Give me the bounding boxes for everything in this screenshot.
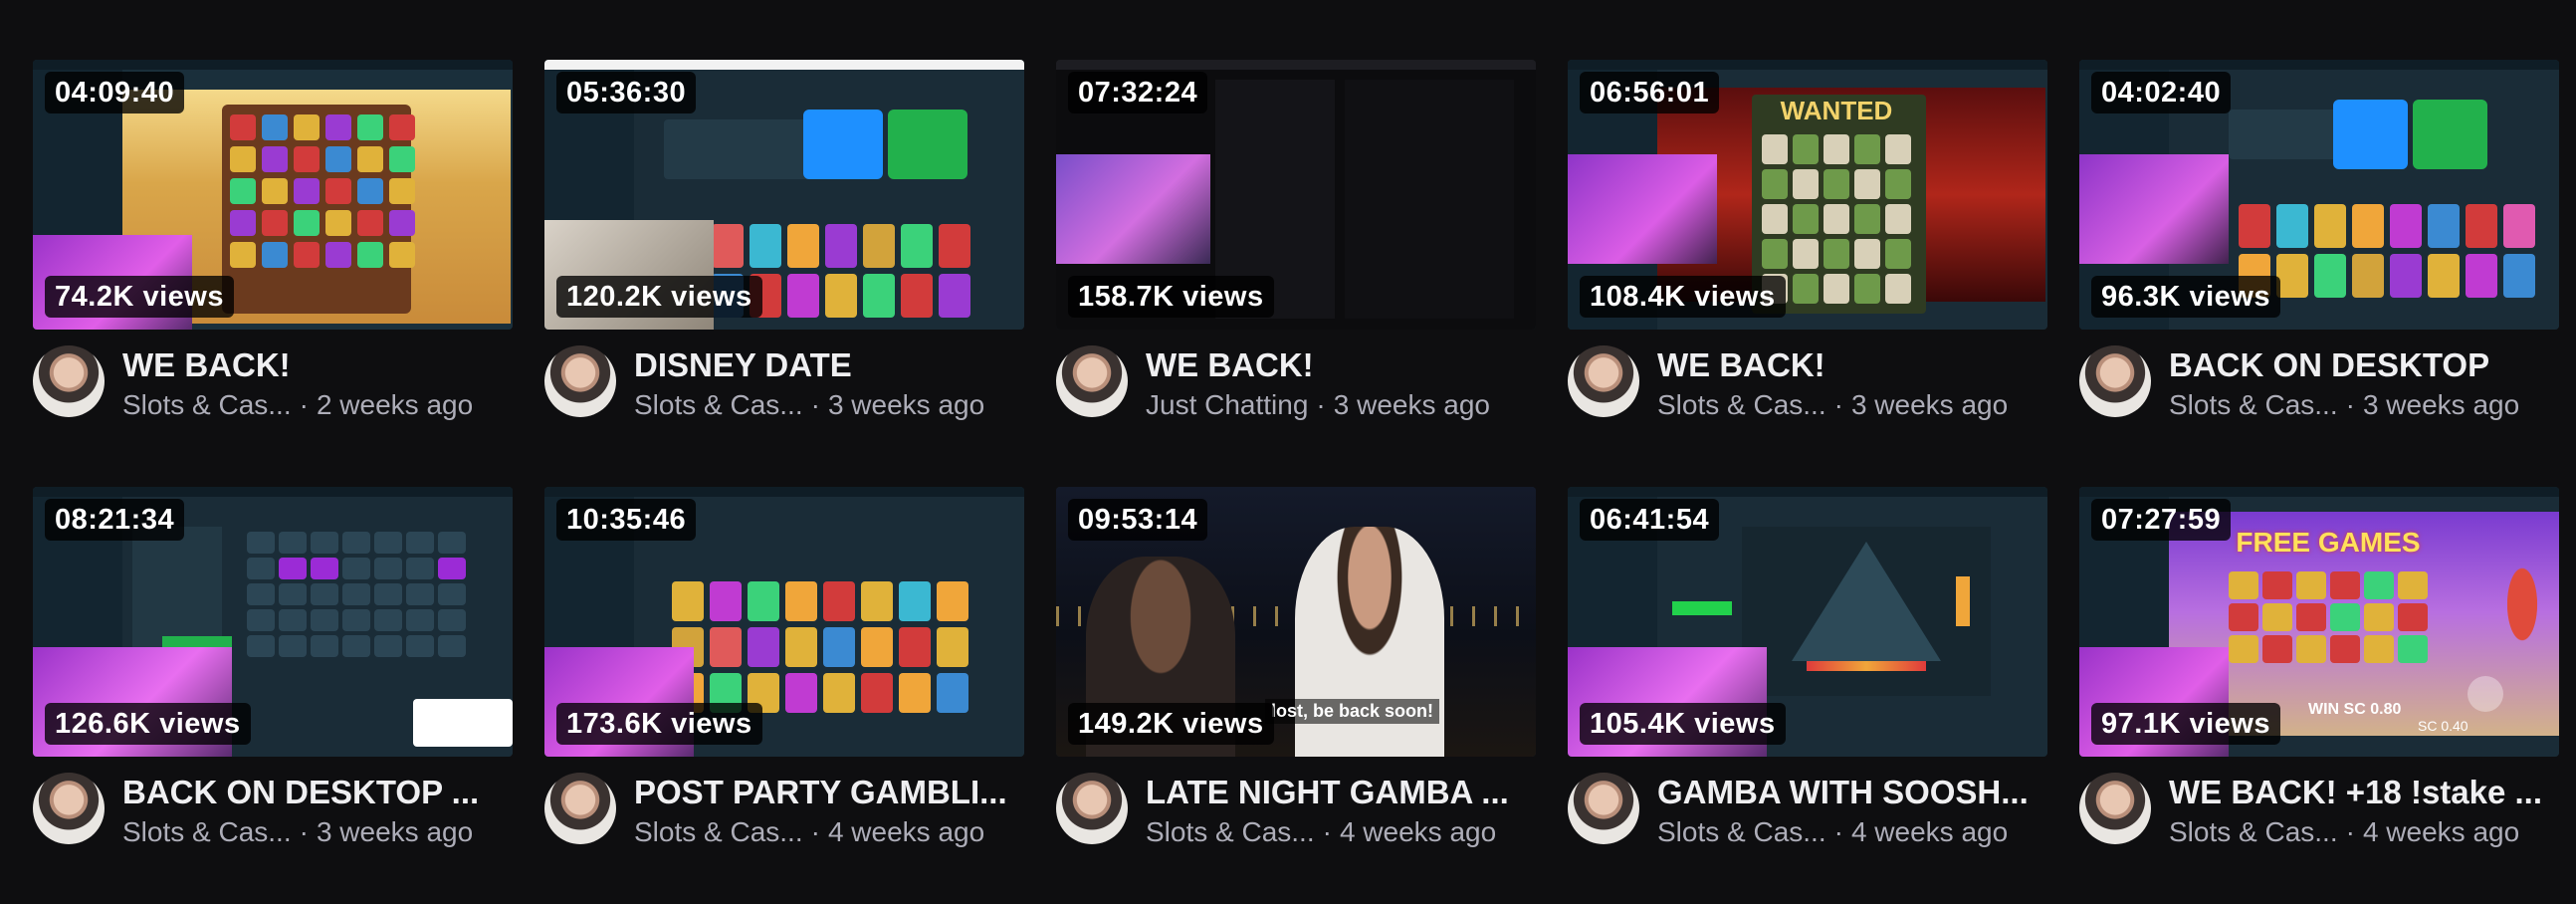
upload-age: 4 weeks ago [2362, 816, 2520, 847]
separator: · [1833, 816, 1843, 847]
video-title[interactable]: WE BACK! [1146, 345, 1536, 385]
separator: · [2345, 816, 2355, 847]
duration-badge: 07:27:59 [2091, 499, 2232, 541]
avatar[interactable] [2079, 345, 2151, 417]
stream-caption: lost, be back soon! [1265, 699, 1440, 724]
duration-badge: 09:53:14 [1068, 499, 1208, 541]
category-link[interactable]: Slots & Cas... [1657, 812, 1826, 852]
view-count-badge: 96.3K views [2091, 276, 2280, 318]
video-title[interactable]: WE BACK! +18 !stake ... [2169, 773, 2559, 812]
view-count-badge: 108.4K views [1580, 276, 1786, 318]
video-thumbnail[interactable]: 10:35:46 173.6K views [544, 487, 1024, 757]
video-thumbnail[interactable]: 05:36:30 120.2K views [544, 60, 1024, 330]
video-card[interactable]: lost, be back soon! 09:53:14 149.2K view… [1056, 487, 1536, 852]
video-thumbnail[interactable]: 07:32:24 158.7K views [1056, 60, 1536, 330]
duration-badge: 08:21:34 [45, 499, 185, 541]
video-thumbnail[interactable]: lost, be back soon! 09:53:14 149.2K view… [1056, 487, 1536, 757]
category-link[interactable]: Slots & Cas... [122, 385, 292, 425]
duration-badge: 10:35:46 [556, 499, 697, 541]
video-card[interactable]: WANTED 06:56:01 108.4K views WE BACK! Sl… [1568, 60, 2047, 425]
upload-age: 4 weeks ago [1339, 816, 1497, 847]
avatar[interactable] [2079, 773, 2151, 844]
category-link[interactable]: Slots & Cas... [122, 812, 292, 852]
separator: · [810, 816, 820, 847]
view-count-badge: 173.6K views [556, 703, 762, 745]
video-card[interactable]: 04:02:40 96.3K views BACK ON DESKTOP Slo… [2079, 60, 2559, 425]
video-title[interactable]: BACK ON DESKTOP [2169, 345, 2559, 385]
video-thumbnail[interactable]: WANTED 06:56:01 108.4K views [1568, 60, 2047, 330]
category-link[interactable]: Slots & Cas... [1657, 385, 1826, 425]
video-thumbnail[interactable]: 08:21:34 126.6K views [33, 487, 513, 757]
upload-age: 2 weeks ago [316, 389, 474, 420]
play-icon [2468, 676, 2503, 712]
video-title[interactable]: GAMBA WITH SOOSH... [1657, 773, 2047, 812]
video-card[interactable]: 08:21:34 126.6K views BACK ON DESKTOP ..… [33, 487, 513, 852]
avatar[interactable] [544, 345, 616, 417]
game-logo: FREE GAMES [2236, 527, 2421, 558]
category-link[interactable]: Slots & Cas... [634, 812, 803, 852]
separator: · [1322, 816, 1332, 847]
separator: · [810, 389, 820, 420]
category-link[interactable]: Slots & Cas... [2169, 812, 2338, 852]
category-link[interactable]: Slots & Cas... [1146, 812, 1315, 852]
game-logo: WANTED [1780, 96, 1893, 125]
avatar[interactable] [1056, 345, 1128, 417]
avatar[interactable] [1568, 773, 1639, 844]
separator: · [2345, 389, 2355, 420]
video-grid: 04:09:40 74.2K views WE BACK! Slots & Ca… [33, 60, 2559, 852]
upload-age: 4 weeks ago [1850, 816, 2009, 847]
upload-age: 3 weeks ago [1850, 389, 2009, 420]
video-card[interactable]: 06:41:54 105.4K views GAMBA WITH SOOSH..… [1568, 487, 2047, 852]
view-count-badge: 120.2K views [556, 276, 762, 318]
category-link[interactable]: Slots & Cas... [634, 385, 803, 425]
separator: · [1833, 389, 1843, 420]
view-count-badge: 149.2K views [1068, 703, 1274, 745]
separator: · [1316, 389, 1326, 420]
upload-age: 4 weeks ago [827, 816, 985, 847]
video-card[interactable]: FREE GAMES WIN SC 0.80 SC 0.40 07:27:59 … [2079, 487, 2559, 852]
avatar[interactable] [544, 773, 616, 844]
upload-age: 3 weeks ago [2362, 389, 2520, 420]
video-title[interactable]: POST PARTY GAMBLI... [634, 773, 1024, 812]
video-title[interactable]: WE BACK! [122, 345, 513, 385]
separator: · [299, 816, 309, 847]
duration-badge: 04:02:40 [2091, 72, 2232, 113]
duration-badge: 07:32:24 [1068, 72, 1208, 113]
separator: · [299, 389, 309, 420]
video-card[interactable]: 05:36:30 120.2K views DISNEY DATE Slots … [544, 60, 1024, 425]
view-count-badge: 97.1K views [2091, 703, 2280, 745]
video-title[interactable]: WE BACK! [1657, 345, 2047, 385]
upload-age: 3 weeks ago [827, 389, 985, 420]
video-thumbnail[interactable]: 04:09:40 74.2K views [33, 60, 513, 330]
bet-amount: SC 0.40 [2418, 718, 2469, 734]
avatar[interactable] [1568, 345, 1639, 417]
win-amount: WIN SC 0.80 [2308, 701, 2402, 718]
view-count-badge: 158.7K views [1068, 276, 1274, 318]
avatar[interactable] [1056, 773, 1128, 844]
video-thumbnail[interactable]: 06:41:54 105.4K views [1568, 487, 2047, 757]
upload-age: 3 weeks ago [316, 816, 474, 847]
video-thumbnail[interactable]: 04:02:40 96.3K views [2079, 60, 2559, 330]
video-card[interactable]: 10:35:46 173.6K views POST PARTY GAMBLI.… [544, 487, 1024, 852]
category-link[interactable]: Slots & Cas... [2169, 385, 2338, 425]
video-title[interactable]: BACK ON DESKTOP ... [122, 773, 513, 812]
video-card[interactable]: 07:32:24 158.7K views WE BACK! Just Chat… [1056, 60, 1536, 425]
view-count-badge: 126.6K views [45, 703, 251, 745]
duration-badge: 06:41:54 [1580, 499, 1720, 541]
video-title[interactable]: LATE NIGHT GAMBA ... [1146, 773, 1536, 812]
duration-badge: 04:09:40 [45, 72, 185, 113]
upload-age: 3 weeks ago [1333, 389, 1490, 420]
avatar[interactable] [33, 773, 105, 844]
view-count-badge: 74.2K views [45, 276, 234, 318]
view-count-badge: 105.4K views [1580, 703, 1786, 745]
video-card[interactable]: 04:09:40 74.2K views WE BACK! Slots & Ca… [33, 60, 513, 425]
avatar[interactable] [33, 345, 105, 417]
video-thumbnail[interactable]: FREE GAMES WIN SC 0.80 SC 0.40 07:27:59 … [2079, 487, 2559, 757]
duration-badge: 06:56:01 [1580, 72, 1720, 113]
category-link[interactable]: Just Chatting [1146, 385, 1308, 425]
video-title[interactable]: DISNEY DATE [634, 345, 1024, 385]
duration-badge: 05:36:30 [556, 72, 697, 113]
